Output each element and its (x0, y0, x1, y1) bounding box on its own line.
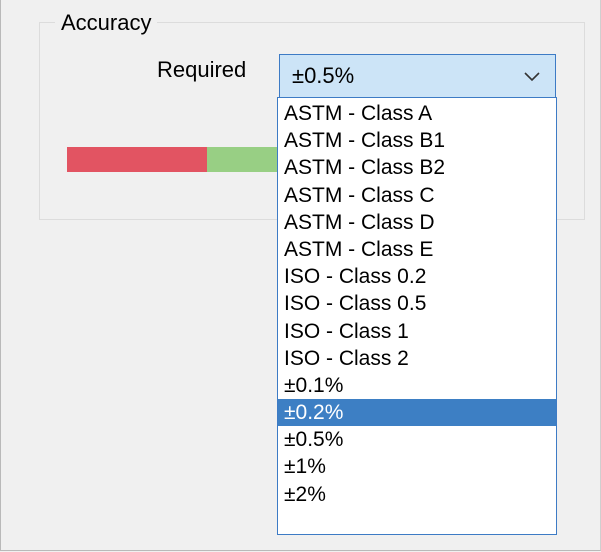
accuracy-bar-green-segment (207, 147, 279, 172)
dropdown-option[interactable]: ISO - Class 0.2 (278, 263, 556, 290)
dropdown-option[interactable]: ±2% (278, 481, 556, 508)
dropdown-option[interactable]: ISO - Class 0.5 (278, 290, 556, 317)
accuracy-group-title: Accuracy (55, 10, 158, 36)
dropdown-option[interactable]: ASTM - Class E (278, 236, 556, 263)
dropdown-option[interactable]: ISO - Class 1 (278, 318, 556, 345)
dropdown-option[interactable]: ISO - Class 2 (278, 345, 556, 372)
required-selected-value: ±0.5% (292, 63, 355, 88)
dropdown-option[interactable]: ±0.2% (278, 399, 556, 427)
dropdown-option[interactable]: ±0.1% (278, 372, 556, 399)
required-label: Required (157, 57, 247, 82)
accuracy-dropdown-list[interactable]: ASTM - Class A ASTM - Class B1 ASTM - Cl… (277, 97, 557, 535)
required-accuracy-combobox[interactable]: ±0.5% (279, 54, 556, 98)
dialog-window: Accuracy Required ±0.5% ASTM - Class A A… (0, 0, 601, 551)
dropdown-option[interactable]: ASTM - Class B2 (278, 154, 556, 181)
dropdown-option[interactable]: ASTM - Class A (278, 100, 556, 127)
dropdown-option[interactable]: ±1% (278, 453, 556, 480)
chevron-down-icon[interactable] (523, 67, 541, 85)
dropdown-option[interactable]: ASTM - Class B1 (278, 127, 556, 154)
accuracy-bar-red-segment (67, 147, 207, 172)
dropdown-option[interactable]: ASTM - Class D (278, 209, 556, 236)
dropdown-option[interactable]: ASTM - Class C (278, 182, 556, 209)
dropdown-option[interactable]: ±0.5% (278, 426, 556, 453)
